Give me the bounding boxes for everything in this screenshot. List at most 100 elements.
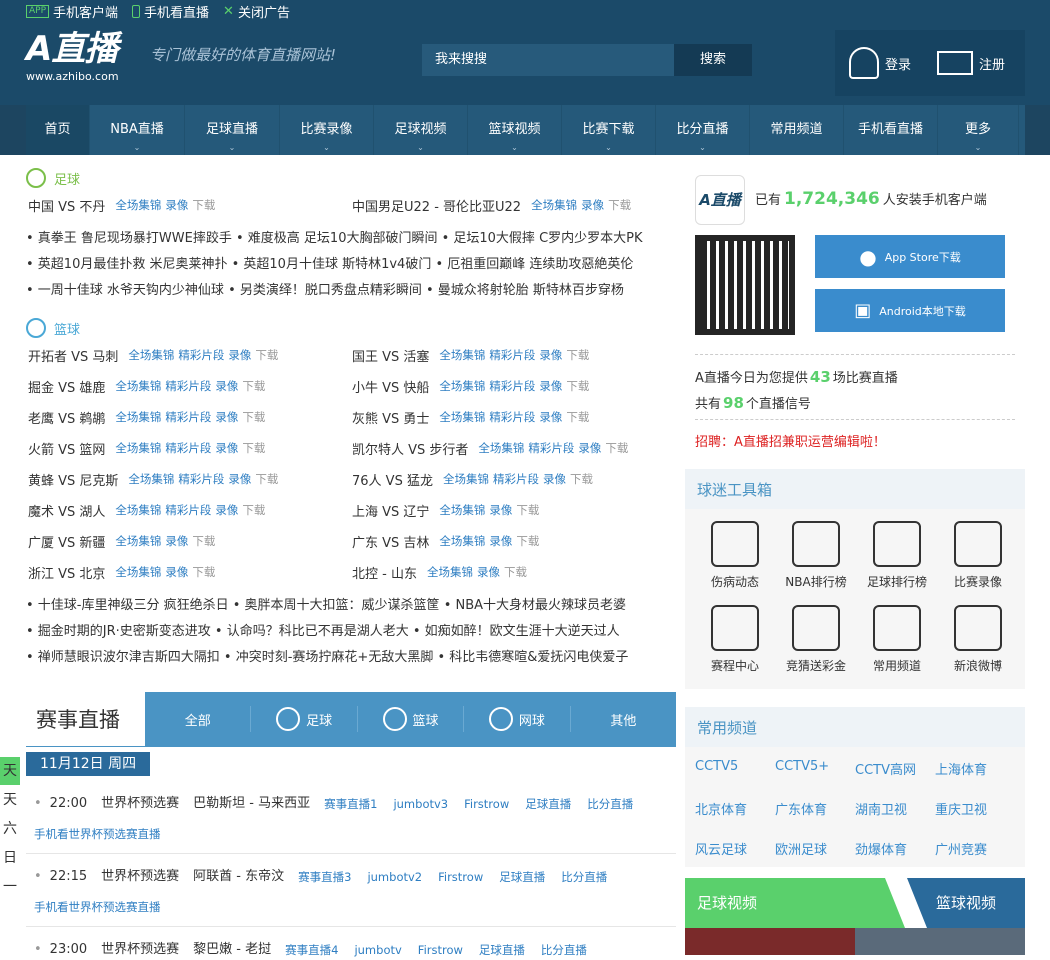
match-teams[interactable]: 76人 VS 猛龙: [352, 470, 433, 489]
match-link[interactable]: 全场集锦: [115, 533, 161, 549]
download-link[interactable]: 下载: [192, 197, 215, 213]
tool-4[interactable]: 赛程中心: [695, 605, 775, 674]
match-teams[interactable]: 浙江 VS 北京: [28, 563, 105, 582]
match-teams[interactable]: 灰熊 VS 勇士: [352, 408, 429, 427]
football-video-tab[interactable]: 足球视频: [685, 878, 905, 928]
match-link[interactable]: 全场集锦: [128, 471, 174, 487]
match-teams[interactable]: 开拓者 VS 马刺: [28, 346, 118, 365]
match-link[interactable]: 录像: [489, 502, 512, 518]
logo[interactable]: A直播 www.azhibo.com: [26, 30, 119, 83]
match-link[interactable]: 全场集锦: [443, 471, 489, 487]
match-link[interactable]: 精彩片段: [528, 440, 574, 456]
download-link[interactable]: 下载: [242, 409, 265, 425]
match-teams[interactable]: 老鹰 VS 鹈鹕: [28, 408, 105, 427]
match-teams[interactable]: 中国男足U22 - 哥伦比亚U22: [352, 196, 521, 215]
match-teams[interactable]: 上海 VS 辽宁: [352, 501, 429, 520]
download-link[interactable]: 下载: [242, 440, 265, 456]
match-teams[interactable]: 掘金 VS 雄鹿: [28, 377, 105, 396]
download-link[interactable]: 下载: [504, 564, 527, 580]
game-link[interactable]: 赛事直播1: [324, 794, 377, 814]
live-tab-3[interactable]: 网球: [464, 706, 571, 732]
basketball-video-tab[interactable]: 篮球视频: [907, 878, 1025, 928]
tool-7[interactable]: 新浪微博: [938, 605, 1018, 674]
tool-3[interactable]: 比赛录像: [938, 521, 1018, 590]
live-tab-1[interactable]: 足球: [251, 706, 358, 732]
match-teams[interactable]: 广东 VS 吉林: [352, 532, 429, 551]
game-link[interactable]: 足球直播: [499, 867, 545, 887]
download-link[interactable]: 下载: [608, 197, 631, 213]
match-teams[interactable]: 火箭 VS 篮网: [28, 439, 105, 458]
nav-item-1[interactable]: NBA直播 ⌄: [90, 105, 185, 155]
download-link[interactable]: 下载: [255, 471, 278, 487]
channel-link[interactable]: 重庆卫视: [935, 799, 987, 818]
appstore-button[interactable]: ● App Store下载: [815, 235, 1005, 278]
channel-link[interactable]: CCTV5: [695, 759, 738, 774]
client-link[interactable]: APP 手机客户端: [26, 2, 118, 21]
watch-link[interactable]: 手机看直播: [132, 2, 209, 21]
match-link[interactable]: 录像: [215, 378, 238, 394]
match-link[interactable]: 全场集锦: [439, 533, 485, 549]
close-ad-link[interactable]: ✕ 关闭广告: [223, 2, 290, 21]
nav-item-9[interactable]: 手机看直播: [844, 105, 938, 155]
game-link[interactable]: Firstrow: [438, 867, 483, 887]
match-link[interactable]: 精彩片段: [493, 471, 539, 487]
tool-2[interactable]: 足球排行榜: [857, 521, 937, 590]
match-link[interactable]: 录像: [539, 378, 562, 394]
channel-link[interactable]: 广东体育: [775, 799, 827, 818]
register-link[interactable]: 注册: [979, 54, 1005, 73]
game-match[interactable]: 巴勒斯坦 - 马来西亚: [193, 794, 310, 814]
match-link[interactable]: 录像: [165, 564, 188, 580]
match-link[interactable]: 录像: [215, 409, 238, 425]
match-link[interactable]: 录像: [539, 409, 562, 425]
match-link[interactable]: 精彩片段: [178, 471, 224, 487]
match-teams[interactable]: 广厦 VS 新疆: [28, 532, 105, 551]
match-link[interactable]: 全场集锦: [128, 347, 174, 363]
download-link[interactable]: 下载: [566, 409, 589, 425]
day-tab[interactable]: 一: [0, 873, 20, 901]
match-link[interactable]: 全场集锦: [427, 564, 473, 580]
nav-item-4[interactable]: 足球视频 ⌄: [374, 105, 468, 155]
game-link[interactable]: 比分直播: [541, 940, 587, 960]
day-tab[interactable]: 日: [0, 844, 20, 872]
match-teams[interactable]: 黄蜂 VS 尼克斯: [28, 470, 118, 489]
nav-item-8[interactable]: 常用频道: [750, 105, 844, 155]
match-link[interactable]: 全场集锦: [115, 502, 161, 518]
game-mobile-link[interactable]: 手机看世界杯预选赛直播: [34, 826, 161, 842]
live-tab-0[interactable]: 全部: [145, 706, 252, 732]
channel-link[interactable]: CCTV5+: [775, 759, 829, 774]
video-thumb-1[interactable]: [685, 928, 855, 955]
tool-6[interactable]: 常用频道: [857, 605, 937, 674]
channel-link[interactable]: 湖南卫视: [855, 799, 907, 818]
nav-item-7[interactable]: 比分直播 ⌄: [656, 105, 750, 155]
match-teams[interactable]: 国王 VS 活塞: [352, 346, 429, 365]
game-link[interactable]: 赛事直播3: [298, 867, 351, 887]
match-teams[interactable]: 中国 VS 不丹: [28, 196, 105, 215]
channel-link[interactable]: 劲爆体育: [855, 839, 907, 858]
download-link[interactable]: 下载: [255, 347, 278, 363]
match-link[interactable]: 录像: [165, 197, 188, 213]
download-link[interactable]: 下载: [192, 564, 215, 580]
news-line[interactable]: • 真拳王 鲁尼现场暴打WWE摔跤手 • 难度极高 足坛10大胸部破门瞬间 • …: [26, 229, 643, 249]
download-link[interactable]: 下载: [242, 378, 265, 394]
game-match[interactable]: 阿联酋 - 东帝汶: [193, 867, 284, 887]
match-link[interactable]: 录像: [581, 197, 604, 213]
match-teams[interactable]: 凯尔特人 VS 步行者: [352, 439, 468, 458]
android-button[interactable]: ▣ Android本地下载: [815, 289, 1005, 332]
search-input[interactable]: 我来搜搜: [422, 44, 674, 76]
match-link[interactable]: 全场集锦: [531, 197, 577, 213]
channel-link[interactable]: 上海体育: [935, 759, 987, 778]
match-link[interactable]: 全场集锦: [115, 440, 161, 456]
tool-5[interactable]: 竞猜送彩金: [776, 605, 856, 674]
game-link[interactable]: jumbotv3: [393, 794, 448, 814]
download-link[interactable]: 下载: [570, 471, 593, 487]
game-link[interactable]: 比分直播: [587, 794, 633, 814]
match-link[interactable]: 全场集锦: [439, 409, 485, 425]
match-link[interactable]: 录像: [489, 533, 512, 549]
match-teams[interactable]: 北控 - 山东: [352, 563, 417, 582]
hire-link[interactable]: 招聘：A直播招兼职运营编辑啦！: [695, 431, 886, 450]
tool-1[interactable]: NBA排行榜: [776, 521, 856, 590]
nav-item-10[interactable]: 更多 ⌄: [938, 105, 1019, 155]
download-link[interactable]: 下载: [242, 502, 265, 518]
match-link[interactable]: 录像: [477, 564, 500, 580]
video-thumb-2[interactable]: [855, 928, 1025, 955]
